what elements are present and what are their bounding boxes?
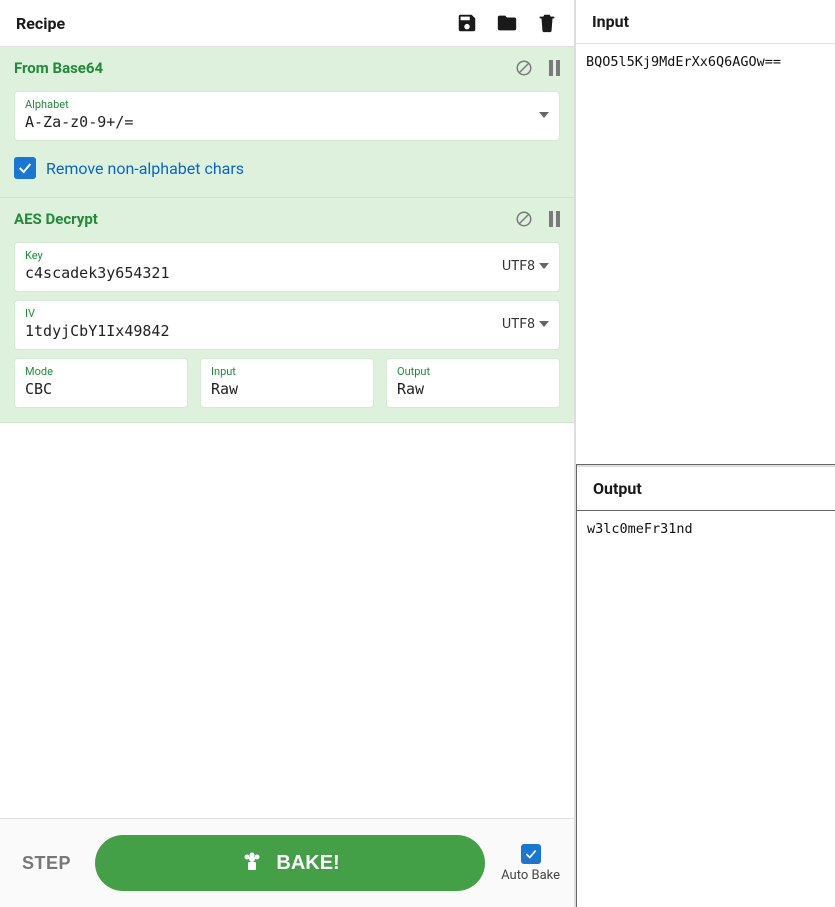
save-icon[interactable] xyxy=(456,12,478,34)
alphabet-field[interactable]: Alphabet A-Za-z0-9+/= xyxy=(14,91,560,141)
remove-nonalpha-label[interactable]: Remove non-alphabet chars xyxy=(46,159,244,178)
recipe-body: From Base64 Alphabet A-Za-z0-9+/= xyxy=(0,47,574,818)
chevron-down-icon xyxy=(539,263,549,269)
step-button[interactable]: STEP xyxy=(14,853,79,874)
input-header: Input xyxy=(576,0,835,44)
output-field[interactable]: Output Raw xyxy=(386,358,560,408)
remove-nonalpha-checkbox[interactable] xyxy=(14,157,36,179)
key-label: Key xyxy=(25,249,502,263)
autobake-label: Auto Bake xyxy=(501,868,560,883)
disable-icon[interactable] xyxy=(515,210,533,228)
mode-label: Mode xyxy=(25,365,177,379)
iv-field[interactable]: IV 1tdyjCbY1Ix49842 UTF8 xyxy=(14,300,560,350)
output-title: Output xyxy=(593,479,642,498)
key-encoding-dropdown[interactable]: UTF8 xyxy=(502,258,549,274)
chef-icon xyxy=(240,851,264,875)
input-text[interactable]: BQO5l5Kj9MdErXx6Q6AGOw== xyxy=(576,44,835,460)
recipe-drop-area[interactable] xyxy=(0,423,574,818)
recipe-title: Recipe xyxy=(16,14,65,33)
key-value: c4scadek3y654321 xyxy=(25,263,502,283)
pause-icon[interactable] xyxy=(549,60,560,76)
input-value: Raw xyxy=(211,379,363,399)
operation-aes-decrypt: AES Decrypt Key c4scadek3y654321 UTF8 xyxy=(0,198,574,423)
iv-label: IV xyxy=(25,307,502,321)
alphabet-value: A-Za-z0-9+/= xyxy=(25,112,539,132)
autobake-checkbox[interactable] xyxy=(521,844,541,864)
folder-icon[interactable] xyxy=(496,12,518,34)
recipe-header: Recipe xyxy=(0,0,574,47)
input-title: Input xyxy=(592,12,629,31)
key-field[interactable]: Key c4scadek3y654321 UTF8 xyxy=(14,242,560,292)
iv-value: 1tdyjCbY1Ix49842 xyxy=(25,321,502,341)
output-text: w3lc0meFr31nd xyxy=(577,511,835,907)
pause-icon[interactable] xyxy=(549,211,560,227)
trash-icon[interactable] xyxy=(536,12,558,34)
chevron-down-icon[interactable] xyxy=(539,112,549,118)
recipe-footer: STEP BAKE! Auto Bake xyxy=(0,818,574,907)
input-label: Input xyxy=(211,365,363,379)
op-title: AES Decrypt xyxy=(14,210,98,228)
operation-from-base64: From Base64 Alphabet A-Za-z0-9+/= xyxy=(0,47,574,198)
mode-value: CBC xyxy=(25,379,177,399)
output-value: Raw xyxy=(397,379,549,399)
chevron-down-icon xyxy=(539,321,549,327)
bake-button[interactable]: BAKE! xyxy=(95,835,485,891)
alphabet-label: Alphabet xyxy=(25,98,539,112)
iv-encoding-dropdown[interactable]: UTF8 xyxy=(502,316,549,332)
output-header: Output xyxy=(577,465,835,511)
mode-field[interactable]: Mode CBC xyxy=(14,358,188,408)
op-title: From Base64 xyxy=(14,59,103,77)
input-field[interactable]: Input Raw xyxy=(200,358,374,408)
disable-icon[interactable] xyxy=(515,59,533,77)
output-label: Output xyxy=(397,365,549,379)
